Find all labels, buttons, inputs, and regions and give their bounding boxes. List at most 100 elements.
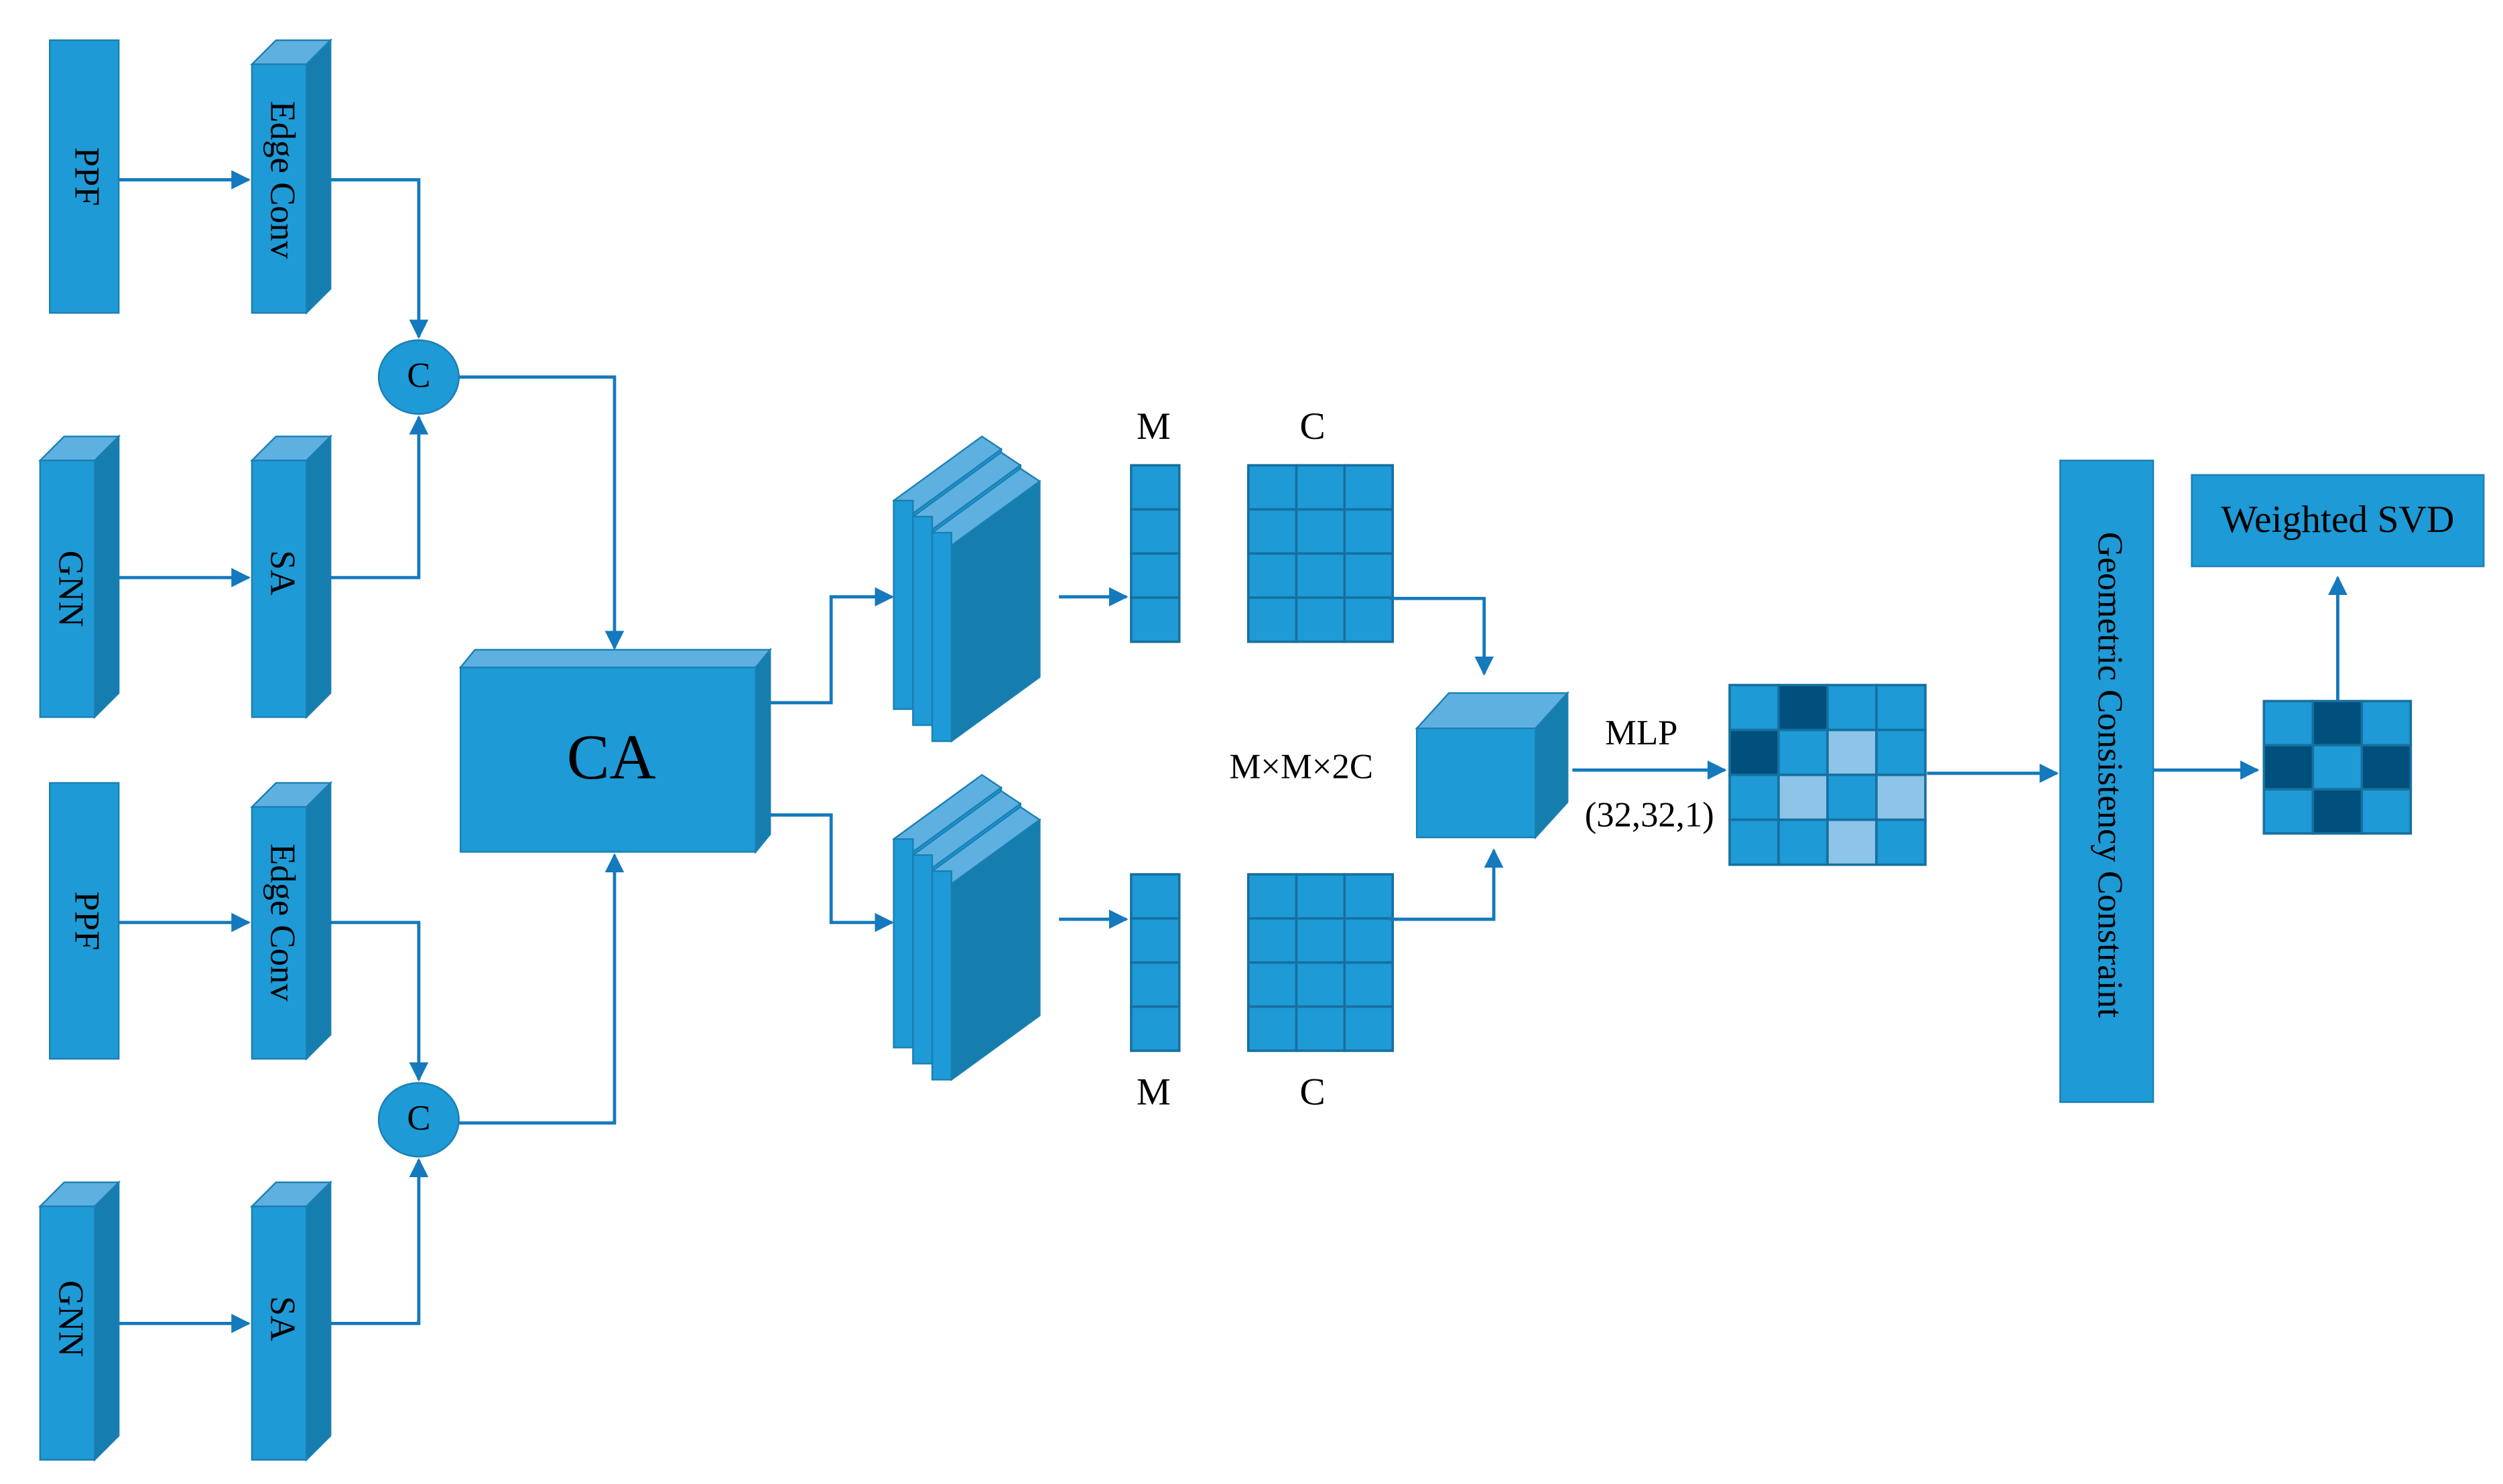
arrow-sa-to-concat-1 [330,415,429,580]
feature-map-edge [893,838,914,1049]
filtered-matrix-cell [2262,699,2315,747]
feature-stack-upper [892,435,1041,743]
c-lower-cell [1343,1005,1394,1053]
ppf-block-1: PPF [49,39,120,314]
arrow-ca-to-lower-stack [770,813,895,933]
m-upper-cell [1130,464,1181,511]
sa-label-1: SA [263,550,302,595]
c-lower-cell [1295,1005,1346,1053]
edgeconv-label-1: Edge Conv [263,101,302,259]
c-lower-cell [1343,917,1394,964]
ca-block: CA [458,647,772,854]
filtered-matrix-cell [2262,788,2315,835]
score-matrix-cell [1875,818,1927,866]
feature-map-edge [912,515,934,726]
c-lower-cell [1343,873,1394,920]
c-lower-cell [1246,1005,1298,1053]
ppf-label-1: PPF [67,147,106,206]
m-upper-cell [1130,596,1181,643]
concat-node-1: C [377,339,460,415]
m-lower-cell [1130,873,1181,920]
score-matrix-cell [1826,773,1878,821]
score-matrix-cell [1728,728,1780,777]
arrow-ca-to-upper-stack [770,587,895,705]
feature-map-edge [931,870,952,1081]
arrow-c-lower-to-volume [1389,848,1504,921]
m-vector-upper [1130,464,1181,643]
concat-label-1: C [407,356,430,395]
m-lower-cell [1130,1005,1181,1053]
branch-2: PPF Edge Conv GNN SA C [38,781,625,1462]
feature-map-edge [931,531,952,742]
gnn-label-2: GNN [51,1280,90,1357]
filtered-matrix [2262,699,2413,835]
m-vector-lower [1130,873,1181,1053]
score-matrix-cell [1728,818,1780,866]
c-lower-cell [1295,917,1346,964]
sa-label-2: SA [263,1296,302,1341]
c-label-lower: C [1299,1071,1325,1114]
filtered-matrix-cell [2311,788,2364,835]
arrow-edgeconv-to-concat-2 [330,921,429,1082]
feature-map-edge [893,499,914,710]
gnn-block-2: GNN [38,1180,121,1462]
mlp-label: MLP [1605,714,1677,752]
gnn-block-1: GNN [38,434,121,720]
edgeconv-label-2: Edge Conv [263,844,302,1002]
c-grid-lower [1246,873,1394,1053]
gcc-block: Geometric Consistency Constraint [2059,460,2155,1103]
score-matrix-cell [1875,728,1927,777]
c-upper-cell [1246,464,1298,511]
feature-map-edge [912,854,934,1065]
m-label-lower: M [1137,1071,1171,1114]
c-upper-cell [1246,596,1298,643]
mlp-shape-label: (32,32,1) [1585,795,1714,834]
arrow-concat-to-ca-2 [458,853,625,1125]
m-upper-cell [1130,508,1181,555]
volume-shape-label: M×M×2C [1229,747,1372,786]
c-label-upper: C [1299,405,1325,448]
m-lower-cell [1130,961,1181,1008]
m-lower-cell [1130,917,1181,964]
c-upper-cell [1343,552,1394,599]
gcc-label: Geometric Consistency Constraint [2091,532,2130,1018]
score-matrix-cell [1777,683,1829,732]
cost-volume-cube [1415,691,1569,840]
score-matrix-cell [1875,773,1927,821]
arrow-c-upper-to-volume [1389,596,1494,676]
edgeconv-block-1: Edge Conv [250,38,333,315]
concat-label-2: C [407,1099,430,1138]
score-matrix-cell [1826,728,1878,777]
ppf-block-2: PPF [49,782,120,1060]
ca-label: CA [567,722,656,793]
filtered-matrix-cell [2360,744,2413,791]
arrow-sa-to-concat-2 [330,1158,429,1325]
gnn-label-1: GNN [51,551,90,627]
score-matrix-cell [1777,818,1829,866]
filtered-matrix-cell [2311,699,2364,747]
score-matrix-cell [1826,818,1878,866]
sa-block-1: SA [250,434,333,720]
score-matrix [1728,683,1927,866]
m-label-upper: M [1137,405,1171,448]
sa-block-2: SA [250,1180,333,1462]
c-upper-cell [1295,596,1346,643]
score-matrix-cell [1777,773,1829,821]
c-lower-cell [1246,917,1298,964]
filtered-matrix-cell [2360,699,2413,747]
score-matrix-cell [1777,728,1829,777]
c-upper-cell [1246,552,1298,599]
c-lower-cell [1246,961,1298,1008]
concat-node-2: C [377,1082,460,1158]
score-matrix-cell [1728,773,1780,821]
branch-1: PPF Edge Conv GNN SA C [38,38,625,720]
filtered-matrix-cell [2262,744,2315,791]
c-upper-cell [1343,596,1394,643]
network-architecture-diagram: PPF Edge Conv GNN SA C PPF Edge Conv GNN… [38,38,2485,1462]
feature-stack-lower [892,774,1041,1081]
c-upper-cell [1343,508,1394,555]
filtered-matrix-cell [2360,788,2413,835]
c-grid-upper [1246,464,1394,643]
weighted-svd-label: Weighted SVD [2221,498,2454,541]
edgeconv-block-2: Edge Conv [250,781,333,1061]
